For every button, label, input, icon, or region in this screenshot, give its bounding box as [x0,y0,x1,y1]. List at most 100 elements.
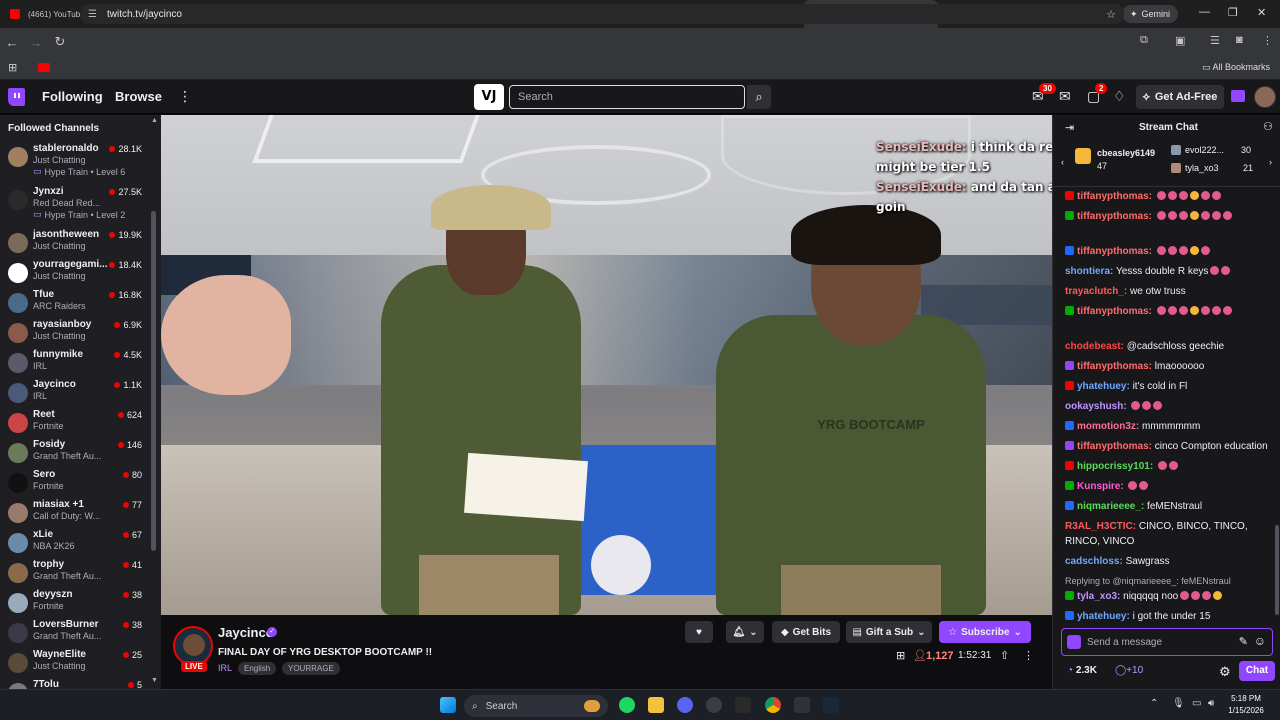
bits-icon[interactable]: ✎ [1239,635,1248,648]
spotify-icon[interactable] [619,697,635,713]
streamer-name[interactable]: Jaycinco [218,625,274,640]
user-avatar[interactable] [1254,86,1276,108]
chat-message[interactable]: yhatehuey: i got the under 15 [1065,609,1269,623]
chat-username[interactable]: niqmarieeee_: [1077,501,1144,512]
tag-yourrage[interactable]: YOURRAGE [282,662,340,675]
gift-sub-button[interactable]: ▤ Gift a Sub ⌄ [846,621,932,643]
sidebar-channel[interactable]: Jaycinco IRL 1.1K [0,379,148,409]
leaderboard-user[interactable]: cbeasley6149 [1097,148,1155,158]
collapse-chat-icon[interactable]: ⇥ [1065,121,1074,134]
chat-username[interactable]: R3AL_H3CTIC: [1065,521,1136,532]
scroll-down-icon[interactable]: ▼ [151,677,158,684]
sidebar-channel[interactable]: Jynxzi Red Dead Red... 27.5K ▭ Hype Train • … [0,186,148,220]
back-icon[interactable]: ← [0,35,24,50]
chat-message[interactable]: Kunspire: [1065,479,1269,494]
twitch-logo-icon[interactable] [8,88,25,106]
sidebar-channel[interactable]: xLie NBA 2K26 67 [0,529,148,559]
search-icon[interactable]: ⌕ [747,85,771,109]
chat-username[interactable]: tiffanypthomas: [1077,441,1152,452]
chrome-icon[interactable] [765,697,781,713]
chat-username[interactable]: shontiera: [1065,266,1113,277]
chat-username[interactable]: trayaclutch_: [1065,286,1127,297]
apps-grid-icon[interactable]: ⊞ [8,61,17,74]
chat-username[interactable]: tyla_xo3: [1077,591,1120,602]
points-bonus[interactable]: ◯+10 [1115,665,1143,676]
scroll-up-icon[interactable]: ▲ [151,117,158,124]
chat-username[interactable]: tiffanypthomas: [1077,306,1152,317]
chat-message[interactable]: tiffanypthomas: [1065,189,1269,204]
chat-message[interactable]: R3AL_H3CTIC: CINCO, BINCO, TINCO, RINCO,… [1065,519,1269,549]
network-icon[interactable]: ▭ [1192,698,1201,709]
leaderboard-user[interactable]: evol222... [1185,145,1224,155]
chat-username[interactable]: Kunspire: [1077,481,1124,492]
chat-message[interactable]: cadschloss: Sawgrass [1065,554,1269,569]
chat-message[interactable]: niqmarieeee_: feMENstraul [1065,499,1269,514]
chat-send-button[interactable]: Chat [1239,661,1275,681]
emote-picker-icon[interactable]: ☺ [1254,634,1266,648]
site-info-icon[interactable]: ☰ [88,9,97,20]
all-bookmarks-link[interactable]: ▭ All Bookmarks [1202,62,1270,73]
chat-message[interactable]: shontiera: Yesss double R keys [1065,264,1269,279]
sidebar-channel[interactable]: Tfue ARC Raiders 16.8K [0,289,148,319]
chat-message[interactable]: tiffanypthomas: [1065,209,1269,224]
more-options-icon[interactable]: ⋮ [178,88,192,105]
follow-heart-button[interactable]: ♥ [685,621,713,643]
chat-scrollbar[interactable] [1275,525,1279,615]
prime-icon[interactable] [1231,90,1245,102]
stream-category[interactable]: IRL [218,663,232,673]
chat-username[interactable]: cadschloss: [1065,556,1123,567]
chat-username[interactable]: tiffanypthomas: [1077,211,1152,222]
share-icon[interactable]: ⇧ [1000,649,1009,662]
maximize-icon[interactable]: ❐ [1228,6,1238,19]
chat-identity-icon[interactable] [1067,635,1081,649]
more-options-icon[interactable]: ⋮ [1023,649,1034,662]
chat-message[interactable]: momotion3z: mmmmmmm [1065,419,1269,434]
steam-icon[interactable] [823,697,839,713]
app-icon[interactable] [706,697,722,713]
chat-message[interactable]: tiffanypthomas: cinco Compton education [1065,439,1269,454]
sidebar-channel[interactable]: stableronaldo Just Chatting 28.1K ▭ Hype Tra… [0,143,148,177]
chat-username[interactable]: yhatehuey: [1077,611,1130,622]
sidebar-channel[interactable]: trophy Grand Theft Au... 41 [0,559,148,589]
sidebar-channel[interactable]: LoversBurner Grand Theft Au... 38 [0,619,148,649]
chat-message[interactable]: trayaclutch_: we otw truss [1065,284,1269,299]
subscribe-button[interactable]: ☆ Subscribe ⌄ [939,621,1031,643]
video-player[interactable]: YRG BOOTCAMP SenseiExude: i think da reg… [161,115,1052,615]
sidebar-channel[interactable]: WayneElite Just Chatting 25 [0,649,148,679]
tag-english[interactable]: English [238,662,277,675]
sidebar-channel[interactable]: Reet Fortnite 624 [0,409,148,439]
sidebar-scrollbar[interactable] [151,211,156,551]
get-bits-button[interactable]: ◆ Get Bits [772,621,840,643]
chat-settings-icon[interactable]: ⚙ [1219,664,1231,680]
chat-input[interactable]: Send a message ✎ ☺ [1061,628,1273,656]
sidebar-channel[interactable]: miasiax +1 Call of Duty: W... 77 [0,499,148,529]
discord-icon[interactable] [677,697,693,713]
mic-icon[interactable]: 🎙︎ [1172,698,1185,709]
reading-list-icon[interactable]: ☰ [1210,34,1220,47]
sidebar-channel[interactable]: yourragegami... Just Chatting 18.4K [0,259,148,289]
get-ad-free-button[interactable]: ⟡ Get Ad-Free [1136,85,1224,109]
theatre-mode-icon[interactable]: ⊞ [896,649,905,662]
sidebar-channel[interactable]: Sero Fortnite 80 [0,469,148,499]
community-icon[interactable]: ⚇ [1263,120,1273,133]
reply-context[interactable]: Replying to @niqmarieeee_: feMENstraul [1065,574,1269,589]
tray-chevron-icon[interactable]: ⌃ [1150,698,1158,709]
taskbar-search[interactable]: ⌕ Search [464,695,608,717]
notifications-bell-button[interactable]: 🔔︎ ⌄ [726,621,764,643]
chrome-menu-icon[interactable]: ⋮ [1262,34,1273,47]
chat-username[interactable]: momotion3z: [1077,421,1139,432]
sidebar-channel[interactable]: 7Tolu 5 [0,679,148,689]
chat-message[interactable]: tiffanypthomas: [1065,244,1269,259]
chat-username[interactable]: tiffanypthomas: [1077,191,1152,202]
crown-icon[interactable]: ♢ [1113,88,1126,105]
minimize-icon[interactable]: — [1199,6,1210,18]
chat-message[interactable]: chodebeast: @cadschloss geechie [1065,339,1269,354]
sidebar-channel[interactable]: jasontheween Just Chatting 19.9K [0,229,148,259]
chat-message[interactable]: tiffanypthomas: [1065,304,1269,319]
file-explorer-icon[interactable] [648,697,664,713]
leaderboard-next-icon[interactable]: › [1269,157,1272,167]
sidebar-channel[interactable]: rayasianboy Just Chatting 6.9K [0,319,148,349]
chat-username[interactable]: ookayshush: [1065,401,1127,412]
profile-icon[interactable]: ◙ [1236,34,1243,46]
app-icon[interactable] [794,697,810,713]
